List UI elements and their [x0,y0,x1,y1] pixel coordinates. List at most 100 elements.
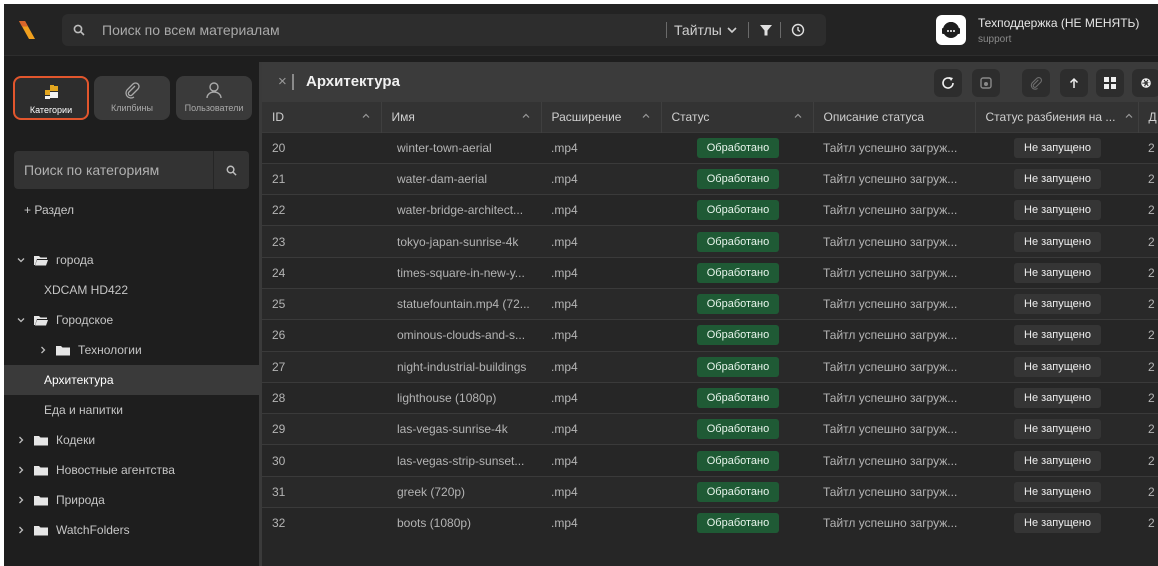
categories-icon [45,85,58,99]
column-header-extension[interactable]: Расширение [541,102,662,132]
chevron-right-icon[interactable] [16,435,26,445]
table-row[interactable]: 29 las-vegas-sunrise-4k .mp4 Обработано Тайт… [262,413,1158,445]
split-status-badge: Не запущено [1014,137,1101,158]
add-section-button[interactable]: + Раздел [24,203,74,217]
sidebar-item[interactable]: Архитектура [4,365,259,395]
cell-id: 30 [262,444,381,477]
sidebar-item[interactable]: Технологии [4,335,259,365]
cell-extension: .mp4 [541,225,661,258]
cell-split-status: Не запущено [975,131,1138,164]
chevron-down-icon[interactable] [16,315,26,325]
table-row[interactable]: 32 boots (1080p) .mp4 Обработано Тайтл успеш… [262,507,1158,539]
cell-id: 25 [262,287,381,320]
titles-table: ID Имя Расширение Статус Описание статус… [262,102,1158,539]
cell-d: 2 [1138,256,1158,289]
chevron-down-icon[interactable] [16,255,26,265]
cell-split-status: Не запущено [975,381,1138,414]
search-icon[interactable] [213,151,249,189]
table-row[interactable]: 23 tokyo-japan-sunrise-4k .mp4 Обработано Та… [262,225,1158,258]
cell-d: 2 [1138,507,1158,539]
cell-name: greek (720p) [381,475,541,508]
column-label: Статус разбиения на ... [985,109,1116,124]
mode-clipbins-button[interactable]: Клипбины [94,76,170,120]
close-icon[interactable]: × [278,73,287,90]
table-row[interactable]: 25 statuefountain.mp4 (72... .mp4 Обработан… [262,287,1158,320]
app-logo-icon[interactable] [16,18,40,42]
split-status-badge: Не запущено [1014,419,1101,440]
filter-icon[interactable] [756,20,776,40]
cell-id: 32 [262,507,381,539]
column-header-id[interactable]: ID [262,102,382,132]
divider [666,22,667,38]
column-label: Описание статуса [823,109,925,124]
sidebar-item[interactable]: города [4,245,259,275]
cell-status: Обработано [661,475,813,508]
search-scope-dropdown[interactable]: Тайтлы [674,14,738,46]
cell-extension: .mp4 [541,444,661,477]
grid-icon[interactable] [1096,69,1124,97]
cell-name: night-industrial-buildings [381,350,541,383]
column-label: Статус [671,109,710,124]
column-header-split-status[interactable]: Статус разбиения на ... [975,102,1139,132]
cell-status: Обработано [661,444,813,477]
chevron-right-icon[interactable] [16,495,26,505]
cell-d: 2 [1138,194,1158,226]
sidebar-item-label: WatchFolders [56,523,130,537]
divider [748,22,749,38]
cell-name: las-vegas-sunrise-4k [381,413,541,445]
user-name[interactable]: Техподдержка (НЕ МЕНЯТЬ) [978,16,1139,30]
gear-icon[interactable] [1132,69,1158,97]
refresh-icon[interactable] [934,69,962,97]
chevron-right-icon[interactable] [38,345,48,355]
global-search-input[interactable] [102,14,662,46]
table-row[interactable]: 28 lighthouse (1080p) .mp4 Обработано Тайтл … [262,381,1158,414]
sidebar-item[interactable]: Новостные агентства [4,455,259,485]
table-row[interactable]: 26 ominous-clouds-and-s... .mp4 Обработано Т… [262,319,1158,352]
sidebar-item[interactable]: Кодеки [4,425,259,455]
app-window: Тайтлы Техподдержка (НЕ МЕНЯТЬ) support … [4,4,1158,566]
paperclip-icon[interactable] [1022,69,1050,97]
cell-id: 27 [262,350,381,383]
sidebar-item[interactable]: Природа [4,485,259,515]
cell-status-description: Тайтл успешно загруж... [813,194,975,226]
mode-clipbins-label: Клипбины [110,103,154,113]
search-icon[interactable] [62,14,96,46]
mode-users-label: Пользователи [184,103,244,113]
cell-extension: .mp4 [541,131,661,164]
cell-id: 23 [262,225,381,258]
cell-split-status: Не запущено [975,350,1138,383]
column-header-d[interactable]: Д [1138,102,1158,132]
mode-users-button[interactable]: Пользователи [176,76,252,120]
cell-extension: .mp4 [541,194,661,226]
table-row[interactable]: 31 greek (720p) .mp4 Обработано Тайтл успешн… [262,475,1158,508]
mode-categories-button[interactable]: Категории [13,76,89,120]
table-row[interactable]: 20 winter-town-aerial .mp4 Обработано Тайтл … [262,131,1158,164]
cell-extension: .mp4 [541,256,661,289]
table-row[interactable]: 21 water-dam-aerial .mp4 Обработано Тайтл ус… [262,162,1158,195]
chevron-right-icon[interactable] [16,465,26,475]
folder-open-icon [34,315,48,325]
column-header-status-description[interactable]: Описание статуса [813,102,976,132]
search-scope-label: Тайтлы [674,22,722,38]
support-avatar-icon[interactable] [936,15,966,45]
table-row[interactable]: 30 las-vegas-strip-sunset... .mp4 Обработан… [262,444,1158,477]
sidebar-item[interactable]: WatchFolders [4,515,259,545]
cell-name: statuefountain.mp4 (72... [381,287,541,320]
sidebar-item[interactable]: Еда и напитки [4,395,259,425]
table-row[interactable]: 22 water-bridge-architect... .mp4 Обработан… [262,194,1158,226]
category-search-input[interactable] [24,151,214,189]
folder-open-icon [34,255,48,265]
sidebar-item[interactable]: Городское [4,305,259,335]
sidebar-item[interactable]: XDCAM HD422 [4,275,259,305]
table-row[interactable]: 27 night-industrial-buildings .mp4 Обработа… [262,350,1158,383]
save-icon[interactable] [972,69,1000,97]
arrow-up-icon[interactable] [1060,69,1088,97]
clock-icon[interactable] [788,20,808,40]
split-status-badge: Не запущено [1014,356,1101,377]
sort-asc-icon [1125,113,1132,118]
table-row[interactable]: 24 times-square-in-new-y... .mp4 Обработано… [262,256,1158,289]
chevron-right-icon[interactable] [16,525,26,535]
column-header-status[interactable]: Статус [661,102,814,132]
column-header-name[interactable]: Имя [381,102,542,132]
sidebar-item-label: Городское [56,313,114,327]
